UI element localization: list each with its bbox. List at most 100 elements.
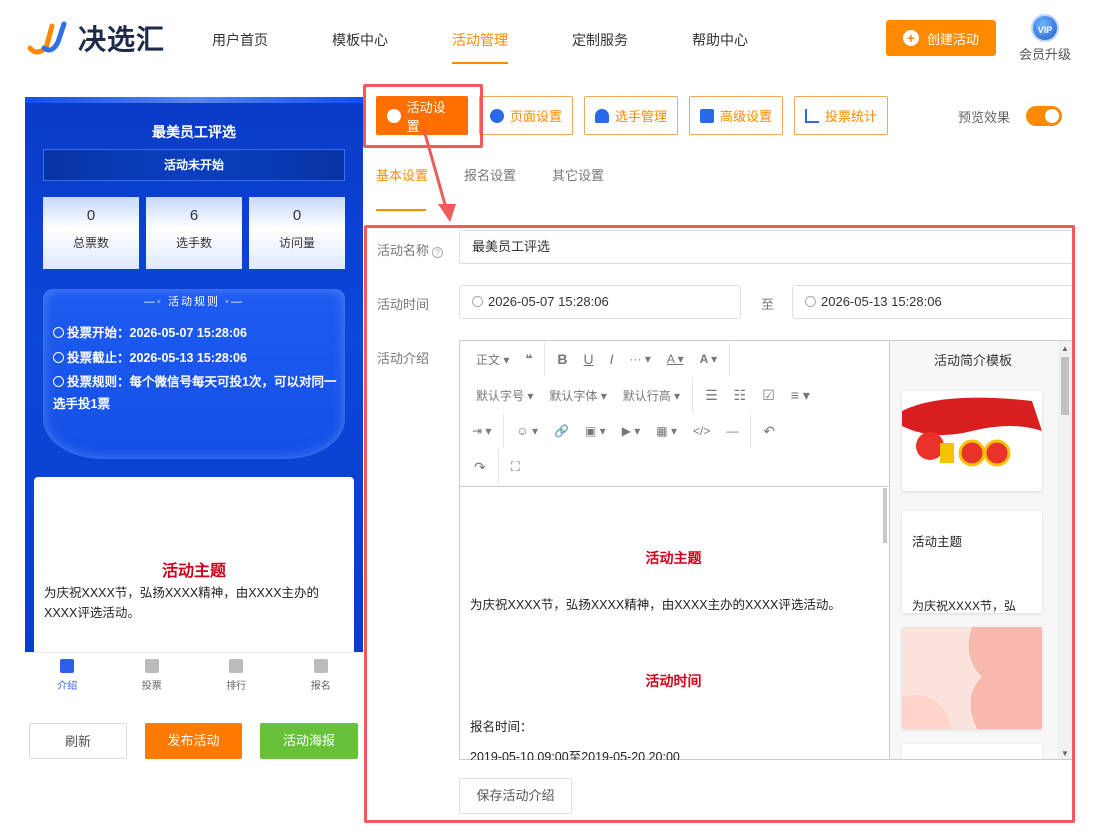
code-icon[interactable]: </> xyxy=(685,424,718,438)
refresh-button[interactable]: 刷新 xyxy=(29,723,127,759)
activity-name-input[interactable]: 最美员工评选 xyxy=(459,230,1072,264)
bookmark-icon xyxy=(60,659,75,673)
tabbar-item-intro[interactable]: 介绍 xyxy=(25,653,110,698)
basic-settings-form: 活动名称? 最美员工评选 活动时间 2026-05-07 15:28:06 至 … xyxy=(364,225,1075,823)
phone-decor xyxy=(25,97,363,103)
image-icon[interactable]: ▣ ▾ xyxy=(577,424,614,438)
quote-icon[interactable]: ❝ xyxy=(517,352,540,366)
template-card[interactable] xyxy=(902,744,1042,759)
template-card[interactable] xyxy=(902,627,1042,729)
template-scrollbar[interactable]: ▲ ▼ xyxy=(1058,341,1072,759)
rule-start-time: 投票开始：2026-05-07 15:28:06 xyxy=(53,321,343,345)
info-icon xyxy=(53,376,64,387)
underline-icon[interactable]: U xyxy=(576,351,602,367)
link-icon[interactable]: 🔗 xyxy=(546,424,577,438)
template-panel-title: 活动简介模板 xyxy=(933,353,1012,368)
template-card-title: 活动主题 xyxy=(912,535,963,549)
fullscreen-icon[interactable]: ⛶ xyxy=(503,459,528,475)
template-card[interactable]: 活动主题 为庆祝XXXX节，弘 xyxy=(902,511,1042,613)
bold-icon[interactable]: B xyxy=(549,351,575,367)
tab-vote-statistics[interactable]: 投票统计 xyxy=(794,96,889,135)
users-icon xyxy=(595,108,610,123)
tabbar-item-signup[interactable]: 报名 xyxy=(279,653,364,698)
nav-item-custom-service[interactable]: 定制服务 xyxy=(572,30,628,50)
scroll-up-icon[interactable]: ▲ xyxy=(1061,344,1069,353)
activity-status-banner: 活动未开始 xyxy=(43,149,345,181)
tabbar-label: 介绍 xyxy=(57,681,78,692)
indent-icon[interactable]: ⇥ ▾ xyxy=(460,424,499,438)
template-thumbnail-image xyxy=(902,627,1042,729)
logo-mark-icon xyxy=(26,18,70,58)
background-color-icon[interactable]: A ▾ xyxy=(692,352,726,366)
subtab-basic[interactable]: 基本设置 xyxy=(376,165,428,211)
phone-tabbar: 介绍 投票 排行 报名 xyxy=(25,652,363,698)
editor-text-signup: 报名时间： xyxy=(470,720,533,734)
preview-toggle-label: 预览效果 xyxy=(958,110,1011,125)
toolbar-divider xyxy=(503,414,505,448)
create-activity-label: 创建活动 xyxy=(926,31,979,47)
end-time-input[interactable]: 2026-05-13 15:28:06 xyxy=(792,285,1072,319)
start-time-input[interactable]: 2026-05-07 15:28:06 xyxy=(459,285,741,319)
paragraph-format-select[interactable]: 正文 ▾ xyxy=(460,351,517,368)
tabbar-item-ranking[interactable]: 排行 xyxy=(194,653,279,698)
help-icon[interactable]: ? xyxy=(432,247,444,258)
tab-page-settings[interactable]: 页面设置 xyxy=(479,96,574,135)
toolbar-row: ↷ ⛶ xyxy=(460,449,528,485)
stat-visits: 0 访问量 xyxy=(249,197,345,269)
main-nav: 用户首页 模板中心 活动管理 定制服务 帮助中心 xyxy=(212,30,812,64)
nav-item-templates[interactable]: 模板中心 xyxy=(332,30,388,50)
scroll-down-icon[interactable]: ▼ xyxy=(1061,749,1069,758)
more-icon[interactable]: ··· ▾ xyxy=(622,352,659,366)
video-icon[interactable]: ▶ ▾ xyxy=(614,424,649,438)
nav-item-home[interactable]: 用户首页 xyxy=(212,30,268,50)
subtab-other[interactable]: 其它设置 xyxy=(552,165,604,184)
editor-scrollbar[interactable] xyxy=(883,488,887,543)
bullet-list-icon[interactable]: ☰ xyxy=(697,387,726,404)
emoji-icon[interactable]: ☺ ▾ xyxy=(508,424,546,438)
create-activity-button[interactable]: + 创建活动 xyxy=(886,20,996,56)
undo-icon[interactable]: ↶ xyxy=(755,423,783,440)
divider-icon[interactable]: — xyxy=(718,424,746,438)
bar-chart-icon xyxy=(805,108,820,123)
tabbar-label: 排行 xyxy=(226,681,247,692)
toolbar-divider xyxy=(729,342,731,376)
save-intro-button[interactable]: 保存活动介绍 xyxy=(459,778,572,814)
redo-icon[interactable]: ↷ xyxy=(460,459,494,476)
vip-upgrade[interactable]: VIP 会员升级 xyxy=(1018,14,1072,63)
rule-text: 投票规则：每个微信号每天可投1次，可以对同一选手投1票 xyxy=(53,375,337,411)
tab-advanced-settings[interactable]: 高级设置 xyxy=(689,96,784,135)
vote-icon xyxy=(144,659,159,673)
crown-icon xyxy=(229,659,244,673)
font-color-icon[interactable]: A ▾ xyxy=(659,352,692,366)
tabbar-item-vote[interactable]: 投票 xyxy=(110,653,195,698)
nav-item-activity-management[interactable]: 活动管理 xyxy=(452,30,508,64)
rules-title: —◦ 活动规则 ◦— xyxy=(144,296,244,308)
activity-poster-button[interactable]: 活动海报 xyxy=(260,723,358,759)
clock-icon xyxy=(53,327,64,338)
preview-toggle[interactable] xyxy=(1026,106,1062,126)
clock-icon xyxy=(53,352,64,363)
editor-content[interactable]: 活动主题 为庆祝XXXX节，弘扬XXXX精神，由XXXX主办的XXXX评选活动。… xyxy=(460,488,887,760)
publish-activity-button[interactable]: 发布活动 xyxy=(145,723,242,759)
font-size-select[interactable]: 默认字号 ▾ xyxy=(460,387,541,404)
stat-contestants: 6 选手数 xyxy=(146,197,242,269)
stats-row: 0 总票数 6 选手数 0 访问量 xyxy=(43,197,345,269)
rich-text-editor: 正文 ▾ ❝ B U I ··· ▾ A ▾ A ▾ 默认字号 ▾ 默认字体 ▾… xyxy=(459,340,890,760)
table-icon[interactable]: ▦ ▾ xyxy=(648,424,685,438)
tab-contestant-management[interactable]: 选手管理 xyxy=(584,96,679,135)
italic-icon[interactable]: I xyxy=(602,351,622,367)
phone-preview: 最美员工评选 活动未开始 0 总票数 6 选手数 0 访问量 —◦ 活动规则 ◦… xyxy=(25,97,363,697)
numbered-list-icon[interactable]: ☷ xyxy=(726,387,755,404)
template-scroll-thumb[interactable] xyxy=(1061,357,1069,415)
checklist-icon[interactable]: ☑ xyxy=(754,387,783,404)
font-family-select[interactable]: 默认字体 ▾ xyxy=(541,387,614,404)
subtab-signup[interactable]: 报名设置 xyxy=(464,165,516,184)
brand-logo[interactable]: 决选汇 xyxy=(26,18,165,58)
tab-label: 页面设置 xyxy=(510,109,563,124)
template-card[interactable] xyxy=(902,391,1042,491)
nav-item-help[interactable]: 帮助中心 xyxy=(692,30,748,50)
align-icon[interactable]: ≡ ▾ xyxy=(783,387,818,404)
stat-value: 0 xyxy=(292,207,302,224)
name-label: 活动名称? xyxy=(377,240,444,259)
line-height-select[interactable]: 默认行高 ▾ xyxy=(615,387,688,404)
